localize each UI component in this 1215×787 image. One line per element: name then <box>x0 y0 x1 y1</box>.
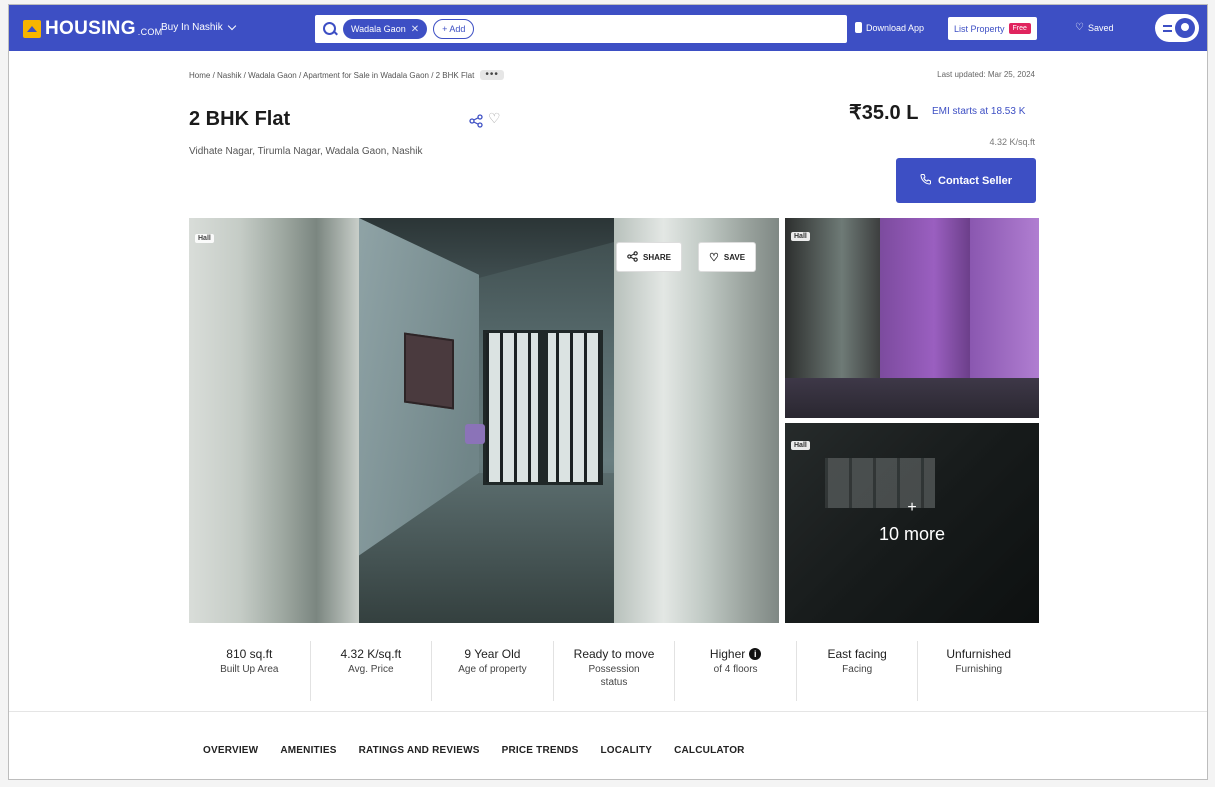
photo-tag: Hall <box>791 441 810 450</box>
photo-blur-right <box>614 218 779 623</box>
house-logo-icon <box>23 20 41 38</box>
stat-value: 4.32 K/sq.ft <box>340 647 402 661</box>
save-label: SAVE <box>723 252 746 262</box>
plus-icon: + <box>907 499 917 516</box>
download-app-link[interactable]: Download App <box>855 22 924 33</box>
more-photos-label: 10 more <box>878 524 946 544</box>
section-tabs: OVERVIEW AMENITIES RATINGS AND REVIEWS P… <box>203 745 767 756</box>
stat-label: Possession status <box>588 664 640 688</box>
phone-call-icon <box>920 173 932 188</box>
stat-value: Unfurnished <box>946 647 1012 661</box>
search-icon[interactable] <box>323 22 337 36</box>
page-title: 2 BHK Flat <box>189 108 291 130</box>
photo-tag: Hall <box>791 232 810 241</box>
tab-locality[interactable]: LOCALITY <box>600 745 652 756</box>
stat-value-wrap: Higher i <box>675 647 796 661</box>
stat-built-up-area: 810 sq.ft Built Up Area <box>189 641 311 701</box>
stat-facing: East facing Facing <box>797 641 919 701</box>
share-button[interactable]: SHARE <box>616 242 683 272</box>
stat-value: East facing <box>827 647 887 661</box>
emi-link[interactable]: EMI starts at 18.53 K <box>932 106 1025 117</box>
top-nav: HOUSING .COM Buy In Nashik Wadala Gaon ✕… <box>9 5 1207 51</box>
stat-value: 9 Year Old <box>464 647 521 661</box>
city-dropdown[interactable]: Buy In Nashik <box>161 21 236 33</box>
search-chip-label: Wadala Gaon <box>351 24 406 34</box>
room-photo <box>359 218 614 623</box>
last-updated: Last updated: Mar 25, 2024 <box>937 70 1035 79</box>
stat-label: Avg. Price <box>348 664 394 675</box>
chevron-down-icon <box>227 21 236 31</box>
tab-amenities[interactable]: AMENITIES <box>280 745 336 756</box>
close-icon[interactable]: ✕ <box>411 24 419 35</box>
tab-ratings-and-reviews[interactable]: RATINGS AND REVIEWS <box>359 745 480 756</box>
housing-logo[interactable]: HOUSING .COM <box>23 18 162 40</box>
search-chip[interactable]: Wadala Gaon ✕ <box>343 19 428 39</box>
breadcrumb-text[interactable]: Home / Nashik / Wadala Gaon / Apartment … <box>189 71 474 80</box>
add-locality-button[interactable]: + Add <box>433 19 475 39</box>
stat-age: 9 Year Old Age of property <box>432 641 554 701</box>
heart-outline-icon: ♡ <box>1075 22 1084 33</box>
share-label: SHARE <box>643 252 672 262</box>
side-photo-1[interactable]: Hall <box>785 218 1039 418</box>
free-badge: Free <box>1008 23 1031 34</box>
contact-seller-label: Contact Seller <box>938 174 1012 187</box>
heart-outline-icon: ♡ <box>709 251 719 264</box>
logo-sub: .COM <box>137 27 163 37</box>
price-per-sqft: 4.32 K/sq.ft <box>989 137 1035 147</box>
photo-blur-left <box>189 218 359 623</box>
download-app-label: Download App <box>866 22 925 33</box>
stat-value: Ready to move <box>573 647 655 661</box>
favorite-heart-icon[interactable]: ♡ <box>488 110 501 127</box>
side-photo-more[interactable]: Hall + 10 more <box>785 423 1039 623</box>
save-button[interactable]: ♡ SAVE <box>698 242 757 272</box>
saved-label: Saved <box>1087 22 1114 33</box>
logo-text: HOUSING <box>45 18 136 39</box>
property-address: Vidhate Nagar, Tirumla Nagar, Wadala Gao… <box>189 146 423 157</box>
more-overlay <box>785 423 1039 623</box>
room-stool <box>465 424 485 444</box>
side-photo-1-part <box>785 378 1039 418</box>
list-property-label: List Property <box>954 23 1005 34</box>
page-frame: HOUSING .COM Buy In Nashik Wadala Gaon ✕… <box>8 4 1208 780</box>
contact-seller-button[interactable]: Contact Seller <box>896 158 1036 203</box>
tab-price-trends[interactable]: PRICE TRENDS <box>502 745 579 756</box>
stat-avg-price: 4.32 K/sq.ft Avg. Price <box>311 641 433 701</box>
stat-label: Facing <box>842 664 873 675</box>
tab-overview[interactable]: OVERVIEW <box>203 745 258 756</box>
breadcrumb-more-button[interactable]: ••• <box>480 70 504 80</box>
tab-calculator[interactable]: CALCULATOR <box>674 745 745 756</box>
stat-value: 810 sq.ft <box>226 647 273 661</box>
divider <box>9 711 1207 712</box>
stat-furnishing: Unfurnished Furnishing <box>918 641 1039 701</box>
phone-icon <box>855 22 862 33</box>
stat-label: Built Up Area <box>220 664 279 675</box>
profile-menu[interactable] <box>1155 14 1199 42</box>
main-photo[interactable]: Hall <box>189 218 779 623</box>
room-mirror <box>404 332 454 410</box>
breadcrumb: Home / Nashik / Wadala Gaon / Apartment … <box>189 70 504 80</box>
city-label: Buy In Nashik <box>161 22 223 33</box>
stat-label: of 4 floors <box>713 664 758 675</box>
photo-tag: Hall <box>195 234 214 243</box>
stat-label: Furnishing <box>955 664 1003 675</box>
avatar <box>1175 18 1195 38</box>
list-property-button[interactable]: List Property Free <box>948 17 1037 40</box>
search-bar[interactable]: Wadala Gaon ✕ + Add <box>315 15 847 43</box>
property-stats: 810 sq.ft Built Up Area 4.32 K/sq.ft Avg… <box>189 641 1039 701</box>
menu-icon <box>1163 24 1172 32</box>
share-icon[interactable] <box>469 114 483 133</box>
stat-floor: Higher i of 4 floors <box>675 641 797 701</box>
stat-value: Higher <box>709 647 746 661</box>
room-door-frame <box>538 330 548 485</box>
info-icon[interactable]: i <box>749 648 762 660</box>
stat-label: Age of property <box>458 664 527 675</box>
property-price: ₹35.0 L <box>849 102 919 124</box>
stat-possession: Ready to move Possession status <box>554 641 676 701</box>
share-icon <box>627 250 638 264</box>
saved-link[interactable]: ♡ Saved <box>1075 22 1114 33</box>
